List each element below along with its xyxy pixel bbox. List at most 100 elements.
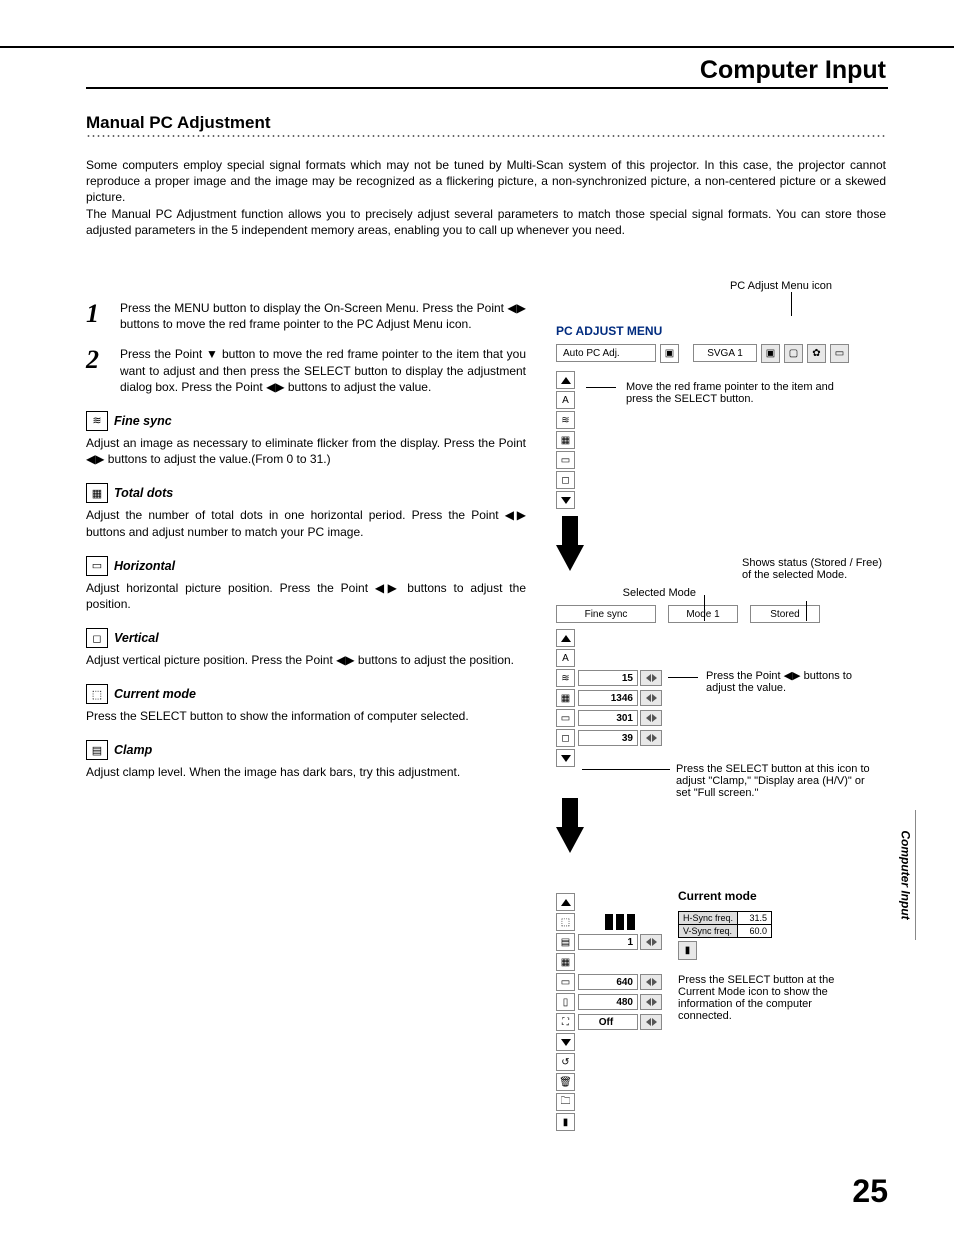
- vertical-icon: ◻: [86, 628, 108, 648]
- scroll-up-icon: [556, 629, 575, 647]
- step-text: Press the Point ▼ button to move the red…: [120, 346, 526, 395]
- store-icon: 🗀: [556, 1093, 575, 1111]
- value-display-v: 480: [578, 994, 638, 1010]
- display-area-icon: ▦: [556, 953, 575, 971]
- sub-bar: Fine sync Mode 1 Stored: [556, 605, 886, 623]
- param-title: Fine sync: [114, 414, 172, 428]
- current-mode-icon: ⬚: [86, 684, 108, 704]
- annotation-status: Shows status (Stored / Free) of the sele…: [742, 557, 882, 581]
- value-clamp: 1: [578, 934, 638, 950]
- horizontal-icon: ▭: [556, 451, 575, 469]
- value-total-dots: 1346: [578, 690, 638, 706]
- right-column: PC Adjust Menu icon PC ADJUST MENU Auto …: [556, 280, 886, 1131]
- menu-top-bar: Auto PC Adj. ▣ SVGA 1 ▣ ▢ ✿ ▭: [556, 344, 886, 363]
- total-dots-icon: ▦: [556, 689, 575, 707]
- param-current-mode: ⬚ Current mode Press the SELECT button t…: [86, 684, 526, 724]
- callout-line: [704, 595, 705, 621]
- param-fine-sync: ≋ Fine sync Adjust an image as necessary…: [86, 411, 526, 467]
- spinner-icon: [640, 994, 662, 1010]
- intro-text: Some computers employ special signal for…: [86, 157, 886, 238]
- param-desc: Adjust the number of total dots in one h…: [86, 507, 526, 539]
- annotation-adjust: Press the Point ◀▶ buttons to adjust the…: [706, 669, 876, 694]
- reset-icon: ↺: [556, 1053, 575, 1071]
- signal-field: SVGA 1: [693, 344, 757, 362]
- header-rule: [86, 87, 888, 89]
- icon-caption: PC Adjust Menu icon: [676, 280, 886, 292]
- spinner-icon: [640, 730, 662, 746]
- spinner-icon: [640, 670, 662, 686]
- param-desc: Adjust an image as necessary to eliminat…: [86, 435, 526, 467]
- spinner-icon: [640, 1014, 662, 1030]
- step-1: 1 Press the MENU button to display the O…: [86, 300, 526, 332]
- menu-icon: ▢: [784, 344, 803, 363]
- left-column: 1 Press the MENU button to display the O…: [86, 300, 526, 781]
- total-dots-icon: ▦: [556, 431, 575, 449]
- step-2: 2 Press the Point ▼ button to move the r…: [86, 346, 526, 395]
- annotation-current-mode: Press the SELECT button at the Current M…: [678, 974, 848, 1022]
- fine-sync-icon: ≋: [86, 411, 108, 431]
- scroll-down-icon: [556, 1033, 575, 1051]
- page-header: Computer Input: [700, 56, 886, 85]
- step-text: Press the MENU button to display the On-…: [120, 300, 526, 332]
- param-desc: Press the SELECT button to show the info…: [86, 708, 526, 724]
- callout-line: [806, 601, 807, 621]
- step-number: 2: [86, 346, 120, 395]
- display-h-icon: ▭: [556, 973, 575, 991]
- vertical-icon: ◻: [556, 729, 575, 747]
- menu-icon: ✿: [807, 344, 826, 363]
- vertical-icon: ◻: [556, 471, 575, 489]
- auto-pc-adj-field: Auto PC Adj.: [556, 344, 656, 362]
- fine-sync-field: Fine sync: [556, 605, 656, 623]
- pc-adjust-menu-title: PC ADJUST MENU: [556, 324, 886, 338]
- spinner-icon: [640, 710, 662, 726]
- spinner-icon: [640, 690, 662, 706]
- param-desc: Adjust horizontal picture position. Pres…: [86, 580, 526, 612]
- callout-line: [586, 387, 616, 388]
- top-rule: [0, 46, 954, 48]
- intro-p2: The Manual PC Adjustment function allows…: [86, 206, 886, 238]
- menu-icon: ▭: [830, 344, 849, 363]
- adjust-group: A ≋ ▦ ▭ ◻ 15 1346 301 39 Press the Point…: [556, 629, 886, 767]
- arrow-down-icon: [556, 545, 584, 571]
- horizontal-icon: ▭: [556, 709, 575, 727]
- param-total-dots: ▦ Total dots Adjust the number of total …: [86, 483, 526, 539]
- quit-icon: ▮: [678, 941, 697, 960]
- arrow-down-icon: [556, 827, 584, 853]
- fine-sync-icon: ≋: [556, 411, 575, 429]
- callout-line: [582, 769, 670, 770]
- value-fine-sync: 15: [578, 670, 638, 686]
- pc-adj-menu-icon: ▣: [660, 344, 679, 363]
- free-icon: 🗑: [556, 1073, 575, 1091]
- callout-line: [791, 292, 792, 316]
- selected-mode-label: Selected Mode: [596, 587, 696, 599]
- current-mode-title: Current mode: [678, 889, 757, 903]
- current-mode-group: Current mode ⬚ ▤ ▦ ▭ ▯ ⛶ ↺ 🗑 🗀 ▮: [556, 893, 886, 1131]
- clamp-icon: ▤: [556, 933, 575, 951]
- value-fullscreen: Off: [578, 1014, 638, 1030]
- total-dots-icon: ▦: [86, 483, 108, 503]
- stored-field: Stored: [750, 605, 820, 623]
- param-title: Current mode: [114, 687, 196, 701]
- display-v-icon: ▯: [556, 993, 575, 1011]
- fullscreen-icon: ⛶: [556, 1013, 575, 1031]
- step-number: 1: [86, 300, 120, 332]
- quit-icon: ▮: [556, 1113, 575, 1131]
- param-clamp: ▤ Clamp Adjust clamp level. When the ima…: [86, 740, 526, 780]
- spinner-icon: [640, 974, 662, 990]
- param-horizontal: ▭ Horizontal Adjust horizontal picture p…: [86, 556, 526, 612]
- annotation-clamp: Press the SELECT button at this icon to …: [676, 763, 876, 799]
- value-vertical: 39: [578, 730, 638, 746]
- auto-icon: A: [556, 649, 575, 667]
- param-desc: Adjust vertical picture position. Press …: [86, 652, 526, 668]
- auto-icon: A: [556, 391, 575, 409]
- callout-line: [668, 677, 698, 678]
- param-title: Total dots: [114, 486, 173, 500]
- value-display-h: 640: [578, 974, 638, 990]
- scroll-up-icon: [556, 893, 575, 911]
- scroll-down-icon: [556, 491, 575, 509]
- dotted-rule: [86, 134, 886, 138]
- freq-table: H-Sync freq.31.5 V-Sync freq.60.0: [678, 911, 772, 938]
- menu-icon: ▣: [761, 344, 780, 363]
- side-tab: Computer Input: [896, 810, 916, 940]
- mode-field: Mode 1: [668, 605, 738, 623]
